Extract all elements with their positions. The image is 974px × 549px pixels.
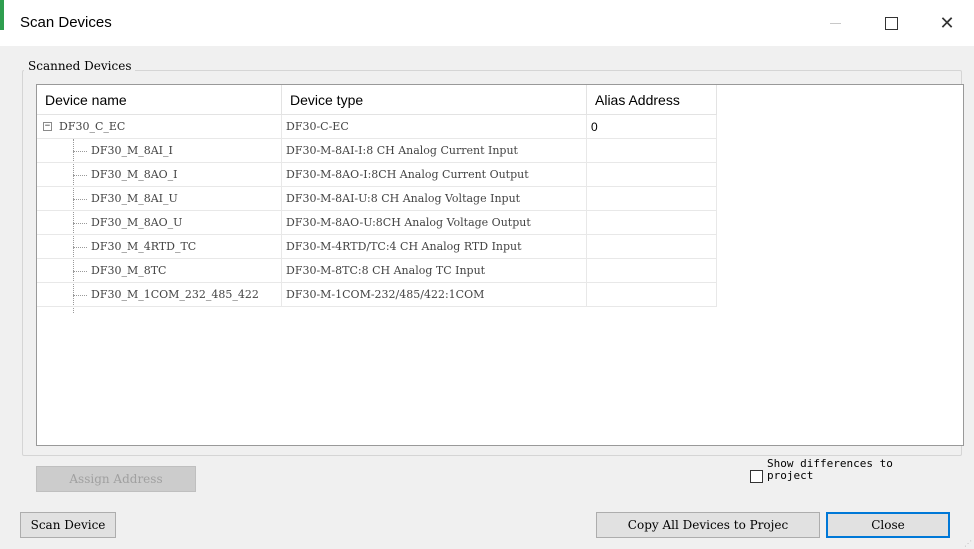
column-header-device-name[interactable]: Device name [37,85,282,115]
tree-branch [73,199,87,201]
device-type: DF30-M-1COM-232/485/422:1COM [282,283,587,307]
device-type: DF30-M-4RTD/TC:4 CH Analog RTD Input [282,235,587,259]
name-cell: DF30_M_8AO_U [37,211,282,235]
alias-address[interactable] [587,211,717,235]
collapse-icon[interactable]: − [43,122,52,131]
close-window-button[interactable]: ✕ [924,8,970,38]
minimize-button[interactable] [812,8,858,38]
tree-branch [73,175,87,177]
copy-all-devices-button[interactable]: Copy All Devices to Projec [596,512,820,538]
root-name-cell: − DF30_C_EC [37,115,282,139]
alias-address[interactable] [587,259,717,283]
tree-branch [73,247,87,249]
tree-branch [73,223,87,225]
device-name: DF30_M_8AO_I [91,168,178,181]
table-row[interactable]: DF30_M_8AI_I DF30-M-8AI-I:8 CH Analog Cu… [37,139,963,163]
device-type: DF30-M-8AO-I:8CH Analog Current Output [282,163,587,187]
device-name: DF30_M_8AO_U [91,216,183,229]
table-row[interactable]: DF30_M_1COM_232_485_422 DF30-M-1COM-232/… [37,283,963,307]
device-name: DF30_M_4RTD_TC [91,240,197,253]
minimize-icon [829,22,841,24]
window-title: Scan Devices [20,14,112,31]
name-cell: DF30_M_8AI_I [37,139,282,163]
maximize-icon [884,16,898,30]
table-row[interactable]: DF30_M_8AI_U DF30-M-8AI-U:8 CH Analog Vo… [37,187,963,211]
alias-address[interactable] [587,235,717,259]
device-name: DF30_M_8AI_I [91,144,173,157]
table-row[interactable]: DF30_M_8AO_U DF30-M-8AO-U:8CH Analog Vol… [37,211,963,235]
device-name: DF30_M_1COM_232_485_422 [91,288,259,301]
name-cell: DF30_M_8TC [37,259,282,283]
group-legend: Scanned Devices [24,59,136,73]
device-type: DF30-M-8AI-I:8 CH Analog Current Input [282,139,587,163]
name-cell: DF30_M_1COM_232_485_422 [37,283,282,307]
name-cell: DF30_M_4RTD_TC [37,235,282,259]
alias-address[interactable] [587,283,717,307]
table-row[interactable]: DF30_M_8AO_I DF30-M-8AO-I:8CH Analog Cur… [37,163,963,187]
device-type: DF30-M-8AO-U:8CH Analog Voltage Output [282,211,587,235]
alias-address[interactable] [587,163,717,187]
device-name: DF30_M_8AI_U [91,192,178,205]
resize-grip-icon[interactable]: ⋰ [964,539,972,548]
devices-list-view[interactable]: Device name Device type Alias Address − … [36,84,964,446]
device-type: DF30-M-8AI-U:8 CH Analog Voltage Input [282,187,587,211]
table-row[interactable]: DF30_M_8TC DF30-M-8TC:8 CH Analog TC Inp… [37,259,963,283]
device-type: DF30-C-EC [282,115,587,139]
device-name: DF30_C_EC [59,120,126,133]
title-bar: Scan Devices ✕ [0,0,974,46]
scan-device-button[interactable]: Scan Device [20,512,116,538]
column-header-alias-address[interactable]: Alias Address [587,85,717,115]
assign-address-button[interactable]: Assign Address [36,466,196,492]
name-cell: DF30_M_8AO_I [37,163,282,187]
tree-branch [73,271,87,273]
table-row[interactable]: DF30_M_4RTD_TC DF30-M-4RTD/TC:4 CH Analo… [37,235,963,259]
close-icon: ✕ [939,12,955,33]
device-name: DF30_M_8TC [91,264,167,277]
alias-address[interactable] [587,187,717,211]
alias-address[interactable] [587,139,717,163]
show-differences-checkbox[interactable] [750,470,763,483]
tree-branch [73,295,87,297]
column-header-device-type[interactable]: Device type [282,85,587,115]
name-cell: DF30_M_8AI_U [37,187,282,211]
maximize-button[interactable] [868,8,914,38]
alias-address[interactable]: 0 [587,115,717,139]
close-button[interactable]: Close [826,512,950,538]
device-type: DF30-M-8TC:8 CH Analog TC Input [282,259,587,283]
accent-strip [0,0,4,30]
show-differences-label[interactable]: Show differences to project [767,458,937,486]
table-row-root[interactable]: − DF30_C_EC DF30-C-EC 0 [37,115,963,139]
tree-branch [73,151,87,153]
